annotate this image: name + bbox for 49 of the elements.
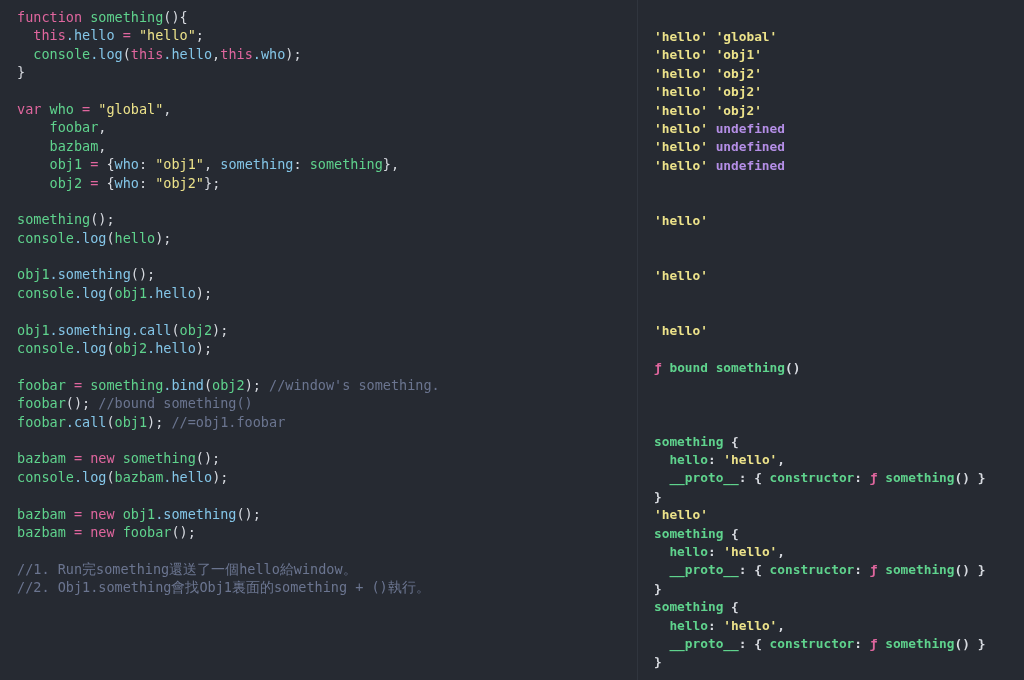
- console-line: hello: 'hello',: [668, 451, 785, 469]
- console-line: }: [654, 487, 662, 506]
- code-line: bazbam = new something();: [17, 449, 221, 468]
- code-line: this.hello = "hello";: [32, 26, 204, 45]
- code-line: foobar.call(obj1); //=obj1.foobar: [17, 412, 286, 431]
- console-line: 'hello': [654, 322, 708, 341]
- console-line: 'hello' 'obj2': [654, 64, 762, 83]
- code-line: obj1.something();: [17, 265, 156, 284]
- code-line: obj2 = {who: "obj2"};: [48, 173, 221, 192]
- console-line: 'hello': [654, 211, 708, 230]
- console-line: something {: [654, 432, 739, 451]
- console-line: 'hello': [654, 267, 708, 286]
- code-line: obj1.something.call(obj2);: [17, 320, 229, 340]
- code-line: console.log(this.hello,this.who);: [32, 44, 302, 64]
- console-line: 'hello' 'obj2': [654, 101, 762, 120]
- console-line: 'hello' 'obj1': [654, 46, 762, 65]
- console-line: ƒ bound something(): [654, 359, 801, 378]
- console-line: __proto__: { constructor: ƒ something() }: [668, 634, 986, 654]
- code-line: obj1 = {who: "obj1", something: something},: [48, 155, 400, 174]
- code-line: console.log(obj1.hello);: [17, 283, 213, 303]
- console-line: 'hello' undefined: [654, 156, 785, 175]
- code-line: bazbam = new foobar();: [17, 522, 196, 542]
- console-line: }: [654, 579, 662, 598]
- code-line: bazbam,: [48, 136, 107, 156]
- code-line: }: [17, 63, 26, 82]
- console-line: hello: 'hello',: [668, 542, 785, 561]
- console-line: 'hello' 'obj2': [654, 83, 762, 102]
- console-line: __proto__: { constructor: ƒ something() }: [668, 561, 986, 580]
- code-line: var who = "global",: [17, 99, 172, 119]
- code-line: function something(){: [17, 8, 188, 27]
- console-line: 'hello' undefined: [654, 119, 785, 138]
- console-line: 'hello' undefined: [654, 138, 785, 157]
- console-line: 'hello': [654, 506, 708, 525]
- console-line: hello: 'hello',: [668, 616, 785, 635]
- code-line: something();: [17, 210, 115, 229]
- code-line: foobar = something.bind(obj2); //window's something.: [17, 375, 440, 395]
- code-line: foobar,: [48, 118, 107, 137]
- code-line: console.log(hello);: [17, 228, 172, 248]
- console-line: __proto__: { constructor: ƒ something() }: [668, 469, 986, 488]
- code-line: foobar(); //bound something(): [17, 394, 253, 413]
- console-line: }: [654, 653, 662, 672]
- code-line: //1. Run完something還送了一個hello給window。: [17, 559, 357, 579]
- code-line: //2. Obj1.something會找Obj1裏面的something + ()執行。: [17, 578, 430, 597]
- console-line: something {: [654, 524, 739, 543]
- code-line: bazbam = new obj1.something();: [17, 504, 261, 523]
- code-line: console.log(obj2.hello);: [17, 339, 213, 358]
- console-line: something {: [654, 598, 739, 617]
- console-line: 'hello' 'global': [654, 28, 778, 46]
- code-line: console.log(bazbam.hello);: [17, 467, 229, 487]
